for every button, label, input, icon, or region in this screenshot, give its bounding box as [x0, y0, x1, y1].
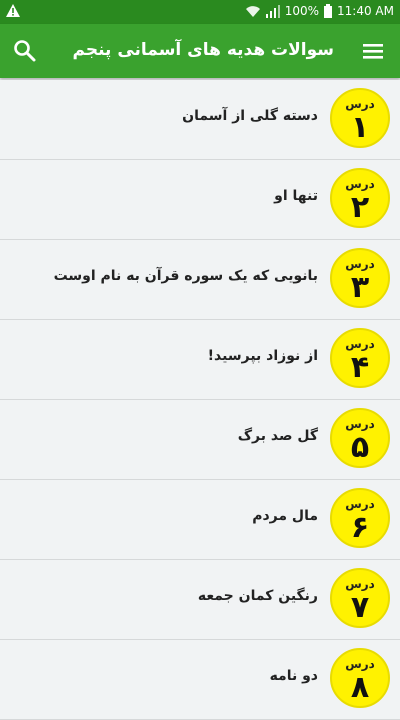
list-item[interactable]: درس ۶ مال مردم [0, 480, 400, 560]
lesson-number: ۴ [350, 350, 370, 385]
wifi-icon [245, 5, 260, 17]
lesson-badge: درس ۱ [330, 88, 390, 148]
search-icon [14, 40, 36, 62]
lesson-badge: درس ۷ [330, 568, 390, 628]
app-title: سوالات هدیه های آسمانی پنجم [72, 40, 334, 60]
lesson-badge: درس ۴ [330, 328, 390, 388]
battery-icon [324, 4, 333, 18]
list-item[interactable]: درس ۴ از نوزاد بپرسید! [0, 320, 400, 400]
lesson-badge: درس ۲ [330, 168, 390, 228]
lesson-number: ۳ [350, 270, 370, 305]
list-item[interactable]: درس ۲ تنها او [0, 160, 400, 240]
lesson-number: ۵ [350, 430, 370, 465]
app-bar: سوالات هدیه های آسمانی پنجم [0, 24, 400, 78]
list-item[interactable]: درس ۱ دسته گلی از آسمان [0, 80, 400, 160]
warning-icon [6, 4, 20, 17]
lesson-badge-word: درس [345, 257, 375, 271]
lesson-title: دسته گلی از آسمان [182, 108, 318, 124]
search-button[interactable] [12, 38, 38, 64]
list-item[interactable]: درس ۳ بانویی که یک سوره قرآن به نام اوست [0, 240, 400, 320]
lesson-badge-word: درس [345, 337, 375, 351]
lesson-number: ۱ [350, 110, 370, 145]
menu-button[interactable] [360, 39, 386, 63]
lesson-badge: درس ۳ [330, 248, 390, 308]
list-item[interactable]: درس ۵ گل صد برگ [0, 400, 400, 480]
lesson-number: ۶ [350, 510, 370, 545]
lesson-badge-word: درس [345, 177, 375, 191]
status-bar: 100% 11:40 AM [0, 0, 400, 24]
lesson-list: درس ۱ دسته گلی از آسمان درس ۲ تنها او در… [0, 80, 400, 720]
lesson-title: مال مردم [252, 508, 318, 524]
hamburger-menu-icon [363, 44, 383, 59]
battery-percent: 100% [284, 4, 320, 18]
lesson-badge: درس ۶ [330, 488, 390, 548]
list-item[interactable]: درس ۷ رنگین کمان جمعه [0, 560, 400, 640]
lesson-title: تنها او [274, 188, 318, 204]
signal-icon [265, 4, 280, 18]
lesson-title: دو نامه [269, 668, 318, 684]
lesson-badge-word: درس [345, 657, 375, 671]
lesson-number: ۷ [350, 590, 370, 625]
status-time: 11:40 AM [337, 4, 394, 18]
lesson-number: ۸ [350, 670, 370, 705]
lesson-badge: درس ۵ [330, 408, 390, 468]
lesson-number: ۲ [350, 190, 370, 225]
lesson-badge-word: درس [345, 417, 375, 431]
lesson-badge-word: درس [345, 497, 375, 511]
lesson-title: از نوزاد بپرسید! [207, 348, 318, 364]
lesson-badge-word: درس [345, 577, 375, 591]
lesson-title: بانویی که یک سوره قرآن به نام اوست [53, 268, 318, 284]
lesson-badge-word: درس [345, 97, 375, 111]
lesson-title: رنگین کمان جمعه [197, 588, 318, 604]
list-item[interactable]: درس ۸ دو نامه [0, 640, 400, 720]
lesson-title: گل صد برگ [237, 428, 318, 444]
lesson-badge: درس ۸ [330, 648, 390, 708]
